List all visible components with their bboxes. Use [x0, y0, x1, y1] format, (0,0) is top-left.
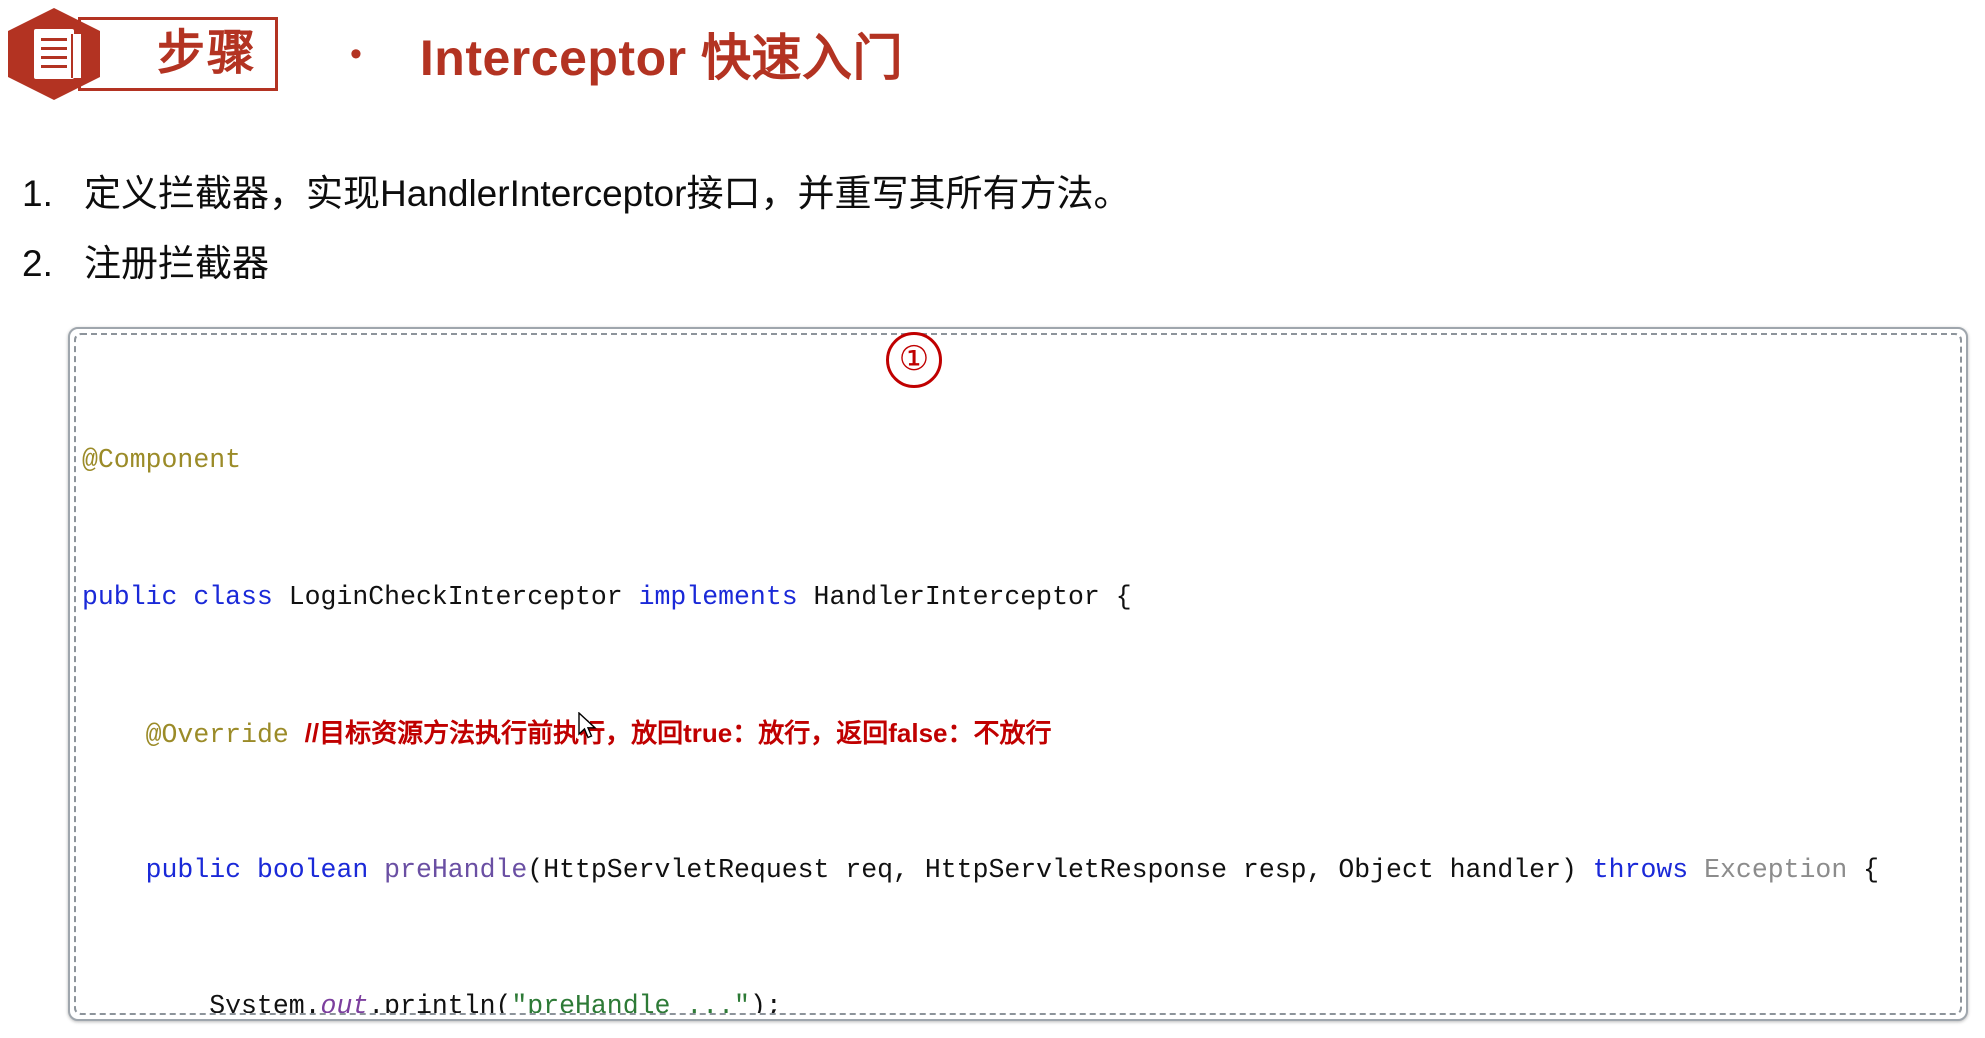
list-item-text: 定义拦截器，实现HandlerInterceptor接口，并重写其所有方法。 — [84, 173, 1131, 214]
list-item: 1. 定义拦截器，实现HandlerInterceptor接口，并重写其所有方法… — [22, 170, 1922, 217]
code-line: public boolean preHandle(HttpServletRequ… — [145, 854, 1880, 885]
step-badge-box: 步骤 — [78, 17, 278, 91]
code-block-inner-border: @Component public class LoginCheckInterc… — [74, 333, 1962, 1015]
slide-root: 步骤 • Interceptor 快速入门 1. 定义拦截器，实现Handler… — [0, 0, 1985, 1038]
header-bullet-icon: • — [350, 35, 362, 73]
code-listing: @Component public class LoginCheckInterc… — [82, 347, 1960, 1015]
code-line: System.out.println("preHandle ..."); — [82, 991, 782, 1015]
slide-header: 步骤 • Interceptor 快速入门 — [0, 0, 1985, 108]
code-line: public class LoginCheckInterceptor imple… — [82, 581, 1132, 612]
list-item-text: 注册拦截器 — [84, 243, 269, 285]
step-badge-label: 步骤 — [156, 27, 257, 80]
step-badge: 步骤 — [8, 6, 278, 102]
code-line: @Component — [82, 445, 242, 475]
page-title: Interceptor 快速入门 — [419, 30, 903, 86]
code-line: @Override //目标资源方法执行前执行，放回true：放行，返回fals… — [145, 718, 1052, 750]
list-item-number: 2. — [22, 243, 53, 285]
steps-list: 1. 定义拦截器，实现HandlerInterceptor接口，并重写其所有方法… — [22, 170, 1922, 311]
annotation-marker-1: ① — [886, 332, 942, 388]
document-glyph — [34, 29, 81, 79]
code-block-panel: @Component public class LoginCheckInterc… — [68, 327, 1968, 1021]
list-item-number: 1. — [22, 173, 53, 214]
list-item: 2. 注册拦截器 — [22, 240, 1922, 287]
